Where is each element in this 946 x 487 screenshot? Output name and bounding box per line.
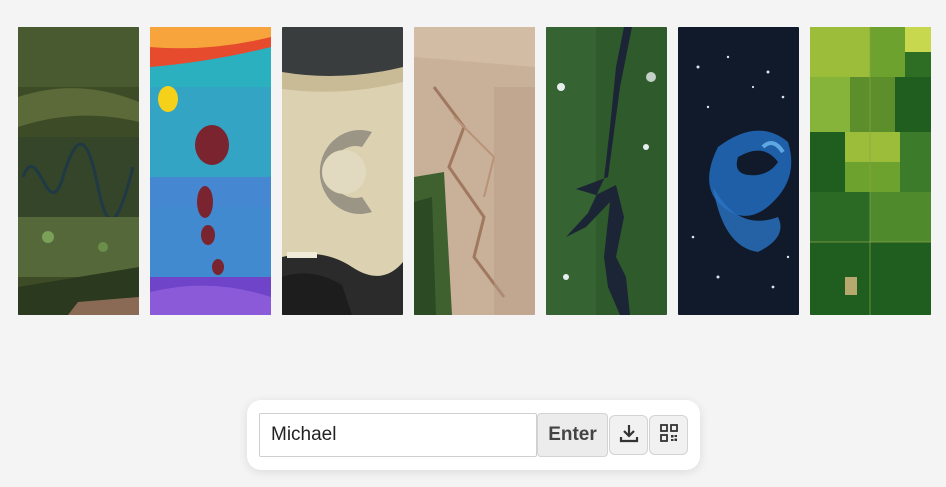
name-input[interactable] <box>259 413 537 457</box>
satellite-image-river-valley[interactable] <box>18 27 139 315</box>
satellite-image-salt-lakes[interactable] <box>150 27 271 315</box>
satellite-image-farm-fields[interactable] <box>810 27 931 315</box>
download-icon <box>619 423 639 448</box>
satellite-image-ocean-bloom[interactable] <box>678 27 799 315</box>
satellite-image-forest-lake[interactable] <box>546 27 667 315</box>
qr-code-icon <box>659 423 678 447</box>
image-gallery <box>18 27 931 315</box>
satellite-image-desert-dunes[interactable] <box>414 27 535 315</box>
download-button[interactable] <box>609 415 648 455</box>
bottom-toolbar: Enter <box>247 400 700 470</box>
qr-code-button[interactable] <box>649 415 688 455</box>
satellite-image-desert-arc-city[interactable] <box>282 27 403 315</box>
enter-button[interactable]: Enter <box>537 413 608 457</box>
